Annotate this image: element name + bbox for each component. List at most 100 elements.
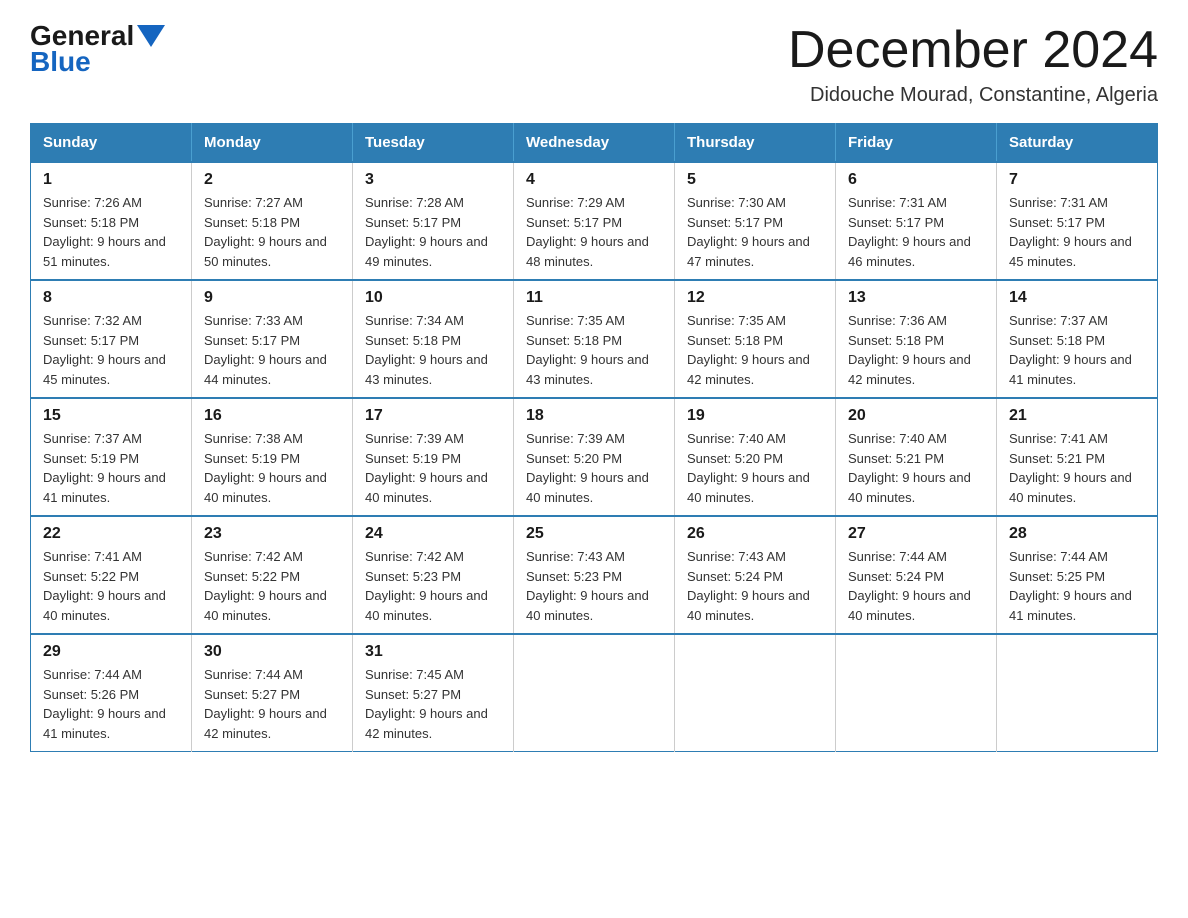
day-number: 19 [687, 407, 823, 425]
calendar-cell: 22Sunrise: 7:41 AMSunset: 5:22 PMDayligh… [31, 516, 192, 634]
day-number: 9 [204, 289, 340, 307]
calendar-cell: 23 Sunrise: 7:42 AMSunset: 5:22 PMDayligh… [192, 516, 353, 634]
day-number: 5 [687, 171, 823, 189]
day-info: Sunrise: 7:35 AMSunset: 5:18 PMDaylight:… [526, 311, 662, 389]
calendar-cell: 25 Sunrise: 7:43 AMSunset: 5:23 PMDayligh… [514, 516, 675, 634]
day-info: Sunrise: 7:40 AMSunset: 5:20 PMDaylight:… [687, 429, 823, 507]
day-number: 27 [848, 525, 984, 543]
day-info: Sunrise: 7:38 AMSunset: 5:19 PMDaylight:… [204, 429, 340, 507]
day-number: 17 [365, 407, 501, 425]
day-info: Sunrise: 7:30 AMSunset: 5:17 PMDaylight:… [687, 193, 823, 271]
calendar-cell: 16 Sunrise: 7:38 AMSunset: 5:19 PMDayligh… [192, 398, 353, 516]
day-number: 21 [1009, 407, 1145, 425]
calendar-cell: 21 Sunrise: 7:41 AMSunset: 5:21 PMDayligh… [997, 398, 1158, 516]
calendar-cell: 8Sunrise: 7:32 AMSunset: 5:17 PMDaylight… [31, 280, 192, 398]
day-info: Sunrise: 7:27 AMSunset: 5:18 PMDaylight:… [204, 193, 340, 271]
day-number: 28 [1009, 525, 1145, 543]
calendar-cell: 29 Sunrise: 7:44 AMSunset: 5:26 PMDayligh… [31, 634, 192, 752]
day-number: 24 [365, 525, 501, 543]
weekday-header-tuesday: Tuesday [353, 124, 514, 163]
day-info: Sunrise: 7:40 AMSunset: 5:21 PMDaylight:… [848, 429, 984, 507]
calendar-week-row: 22Sunrise: 7:41 AMSunset: 5:22 PMDayligh… [31, 516, 1158, 634]
day-info: Sunrise: 7:43 AMSunset: 5:24 PMDaylight:… [687, 547, 823, 625]
calendar-cell [514, 634, 675, 752]
day-info: Sunrise: 7:39 AMSunset: 5:20 PMDaylight:… [526, 429, 662, 507]
day-number: 12 [687, 289, 823, 307]
calendar-cell: 3Sunrise: 7:28 AMSunset: 5:17 PMDaylight… [353, 162, 514, 280]
calendar-cell: 19 Sunrise: 7:40 AMSunset: 5:20 PMDayligh… [675, 398, 836, 516]
calendar-week-row: 8Sunrise: 7:32 AMSunset: 5:17 PMDaylight… [31, 280, 1158, 398]
day-number: 4 [526, 171, 662, 189]
weekday-header-wednesday: Wednesday [514, 124, 675, 163]
calendar-cell [836, 634, 997, 752]
calendar-week-row: 15 Sunrise: 7:37 AMSunset: 5:19 PMDayligh… [31, 398, 1158, 516]
calendar-cell: 13 Sunrise: 7:36 AMSunset: 5:18 PMDayligh… [836, 280, 997, 398]
day-number: 2 [204, 171, 340, 189]
day-info: Sunrise: 7:31 AMSunset: 5:17 PMDaylight:… [1009, 193, 1145, 271]
calendar-cell: 1Sunrise: 7:26 AMSunset: 5:18 PMDaylight… [31, 162, 192, 280]
day-number: 20 [848, 407, 984, 425]
day-number: 26 [687, 525, 823, 543]
day-number: 31 [365, 643, 501, 661]
day-info: Sunrise: 7:29 AMSunset: 5:17 PMDaylight:… [526, 193, 662, 271]
calendar-table: SundayMondayTuesdayWednesdayThursdayFrid… [30, 123, 1158, 752]
location-subtitle: Didouche Mourad, Constantine, Algeria [788, 84, 1158, 107]
calendar-cell: 7 Sunrise: 7:31 AMSunset: 5:17 PMDaylight… [997, 162, 1158, 280]
day-number: 23 [204, 525, 340, 543]
calendar-cell: 20 Sunrise: 7:40 AMSunset: 5:21 PMDayligh… [836, 398, 997, 516]
day-info: Sunrise: 7:34 AMSunset: 5:18 PMDaylight:… [365, 311, 501, 389]
calendar-cell: 12 Sunrise: 7:35 AMSunset: 5:18 PMDayligh… [675, 280, 836, 398]
day-info: Sunrise: 7:32 AMSunset: 5:17 PMDaylight:… [43, 311, 179, 389]
calendar-cell: 27Sunrise: 7:44 AMSunset: 5:24 PMDayligh… [836, 516, 997, 634]
day-info: Sunrise: 7:42 AMSunset: 5:23 PMDaylight:… [365, 547, 501, 625]
day-info: Sunrise: 7:41 AMSunset: 5:22 PMDaylight:… [43, 547, 179, 625]
day-number: 25 [526, 525, 662, 543]
calendar-cell: 31 Sunrise: 7:45 AMSunset: 5:27 PMDayligh… [353, 634, 514, 752]
calendar-cell: 10Sunrise: 7:34 AMSunset: 5:18 PMDayligh… [353, 280, 514, 398]
day-number: 13 [848, 289, 984, 307]
calendar-cell: 30Sunrise: 7:44 AMSunset: 5:27 PMDayligh… [192, 634, 353, 752]
calendar-cell [997, 634, 1158, 752]
day-info: Sunrise: 7:44 AMSunset: 5:26 PMDaylight:… [43, 665, 179, 743]
calendar-cell: 18Sunrise: 7:39 AMSunset: 5:20 PMDayligh… [514, 398, 675, 516]
calendar-cell: 26 Sunrise: 7:43 AMSunset: 5:24 PMDayligh… [675, 516, 836, 634]
day-info: Sunrise: 7:36 AMSunset: 5:18 PMDaylight:… [848, 311, 984, 389]
weekday-header-friday: Friday [836, 124, 997, 163]
title-area: December 2024 Didouche Mourad, Constanti… [788, 20, 1158, 107]
day-number: 14 [1009, 289, 1145, 307]
day-number: 11 [526, 289, 662, 307]
day-info: Sunrise: 7:39 AMSunset: 5:19 PMDaylight:… [365, 429, 501, 507]
calendar-cell [675, 634, 836, 752]
logo: General Blue [30, 20, 165, 78]
day-number: 3 [365, 171, 501, 189]
day-number: 6 [848, 171, 984, 189]
calendar-cell: 15 Sunrise: 7:37 AMSunset: 5:19 PMDayligh… [31, 398, 192, 516]
day-info: Sunrise: 7:42 AMSunset: 5:22 PMDaylight:… [204, 547, 340, 625]
calendar-cell: 11 Sunrise: 7:35 AMSunset: 5:18 PMDayligh… [514, 280, 675, 398]
calendar-cell: 28Sunrise: 7:44 AMSunset: 5:25 PMDayligh… [997, 516, 1158, 634]
calendar-cell: 6Sunrise: 7:31 AMSunset: 5:17 PMDaylight… [836, 162, 997, 280]
calendar-week-row: 1Sunrise: 7:26 AMSunset: 5:18 PMDaylight… [31, 162, 1158, 280]
day-info: Sunrise: 7:35 AMSunset: 5:18 PMDaylight:… [687, 311, 823, 389]
day-number: 29 [43, 643, 179, 661]
weekday-header-row: SundayMondayTuesdayWednesdayThursdayFrid… [31, 124, 1158, 163]
weekday-header-saturday: Saturday [997, 124, 1158, 163]
calendar-cell: 24 Sunrise: 7:42 AMSunset: 5:23 PMDayligh… [353, 516, 514, 634]
day-info: Sunrise: 7:26 AMSunset: 5:18 PMDaylight:… [43, 193, 179, 271]
calendar-cell: 17 Sunrise: 7:39 AMSunset: 5:19 PMDayligh… [353, 398, 514, 516]
calendar-week-row: 29 Sunrise: 7:44 AMSunset: 5:26 PMDayligh… [31, 634, 1158, 752]
calendar-cell: 14Sunrise: 7:37 AMSunset: 5:18 PMDayligh… [997, 280, 1158, 398]
logo-arrow-icon [137, 25, 165, 47]
day-info: Sunrise: 7:45 AMSunset: 5:27 PMDaylight:… [365, 665, 501, 743]
weekday-header-sunday: Sunday [31, 124, 192, 163]
day-info: Sunrise: 7:43 AMSunset: 5:23 PMDaylight:… [526, 547, 662, 625]
day-info: Sunrise: 7:33 AMSunset: 5:17 PMDaylight:… [204, 311, 340, 389]
day-info: Sunrise: 7:37 AMSunset: 5:19 PMDaylight:… [43, 429, 179, 507]
day-info: Sunrise: 7:44 AMSunset: 5:27 PMDaylight:… [204, 665, 340, 743]
day-info: Sunrise: 7:41 AMSunset: 5:21 PMDaylight:… [1009, 429, 1145, 507]
day-number: 15 [43, 407, 179, 425]
page-header: General Blue December 2024 Didouche Mour… [30, 20, 1158, 107]
day-number: 7 [1009, 171, 1145, 189]
weekday-header-thursday: Thursday [675, 124, 836, 163]
day-number: 16 [204, 407, 340, 425]
